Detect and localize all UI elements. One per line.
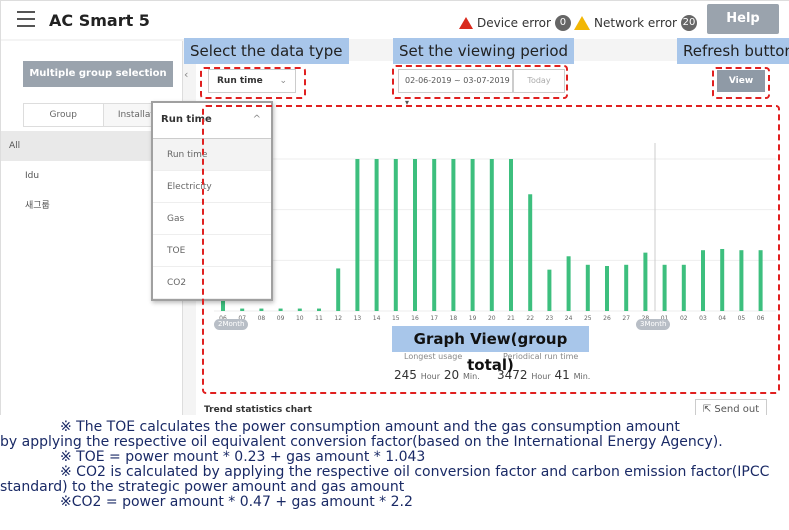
note-line: ※ The TOE calculates the power consumpti… (60, 419, 680, 435)
note-line: ※ TOE = power mount * 0.23 + gas amount … (60, 449, 426, 465)
network-error-count: 20 (680, 15, 697, 31)
network-error-indicator[interactable]: Network error 20 (574, 15, 697, 31)
annotation-refresh: Refresh button (677, 38, 789, 64)
chevron-left-icon[interactable]: ‹ (184, 67, 194, 83)
warning-icon (459, 17, 473, 29)
send-out-button[interactable]: ⇱ Send out (695, 399, 767, 415)
warning-icon (574, 16, 590, 30)
hamburger-icon[interactable] (17, 11, 35, 27)
note-line: standard) to the strategic power amount … (0, 479, 405, 495)
annotation-data-type: Select the data type (184, 38, 349, 64)
note-line: ※CO2 = power amount * 0.47 + gas amount … (60, 494, 413, 510)
note-line: ※ CO2 is calculated by applying the resp… (60, 464, 770, 480)
device-error-count: 0 (554, 15, 571, 31)
multiple-group-selection-button[interactable]: Multiple group selection (23, 61, 173, 87)
tab-group[interactable]: Group (24, 104, 104, 126)
device-error-indicator[interactable]: Device error 0 (459, 15, 571, 31)
export-icon: ⇱ (702, 404, 712, 415)
top-header: AC Smart 5 Device error 0 Network error … (1, 1, 789, 39)
send-out-label: Send out (714, 404, 760, 415)
app-title: AC Smart 5 (49, 11, 150, 30)
explanatory-notes: ※ The TOE calculates the power consumpti… (0, 419, 789, 510)
annotation-graph-view: Graph View(group total) (392, 326, 589, 374)
device-error-label: Device error (477, 16, 551, 30)
data-type-highlight (200, 67, 306, 99)
help-button[interactable]: Help (707, 4, 779, 34)
app-window: AC Smart 5 Device error 0 Network error … (0, 0, 789, 415)
note-line: by applying the respective oil equivalen… (0, 434, 723, 450)
trend-statistics-title: Trend statistics chart (204, 405, 312, 415)
refresh-highlight (712, 67, 770, 99)
annotation-period: Set the viewing period (393, 38, 575, 64)
network-error-label: Network error (594, 16, 677, 30)
period-highlight (392, 65, 568, 99)
